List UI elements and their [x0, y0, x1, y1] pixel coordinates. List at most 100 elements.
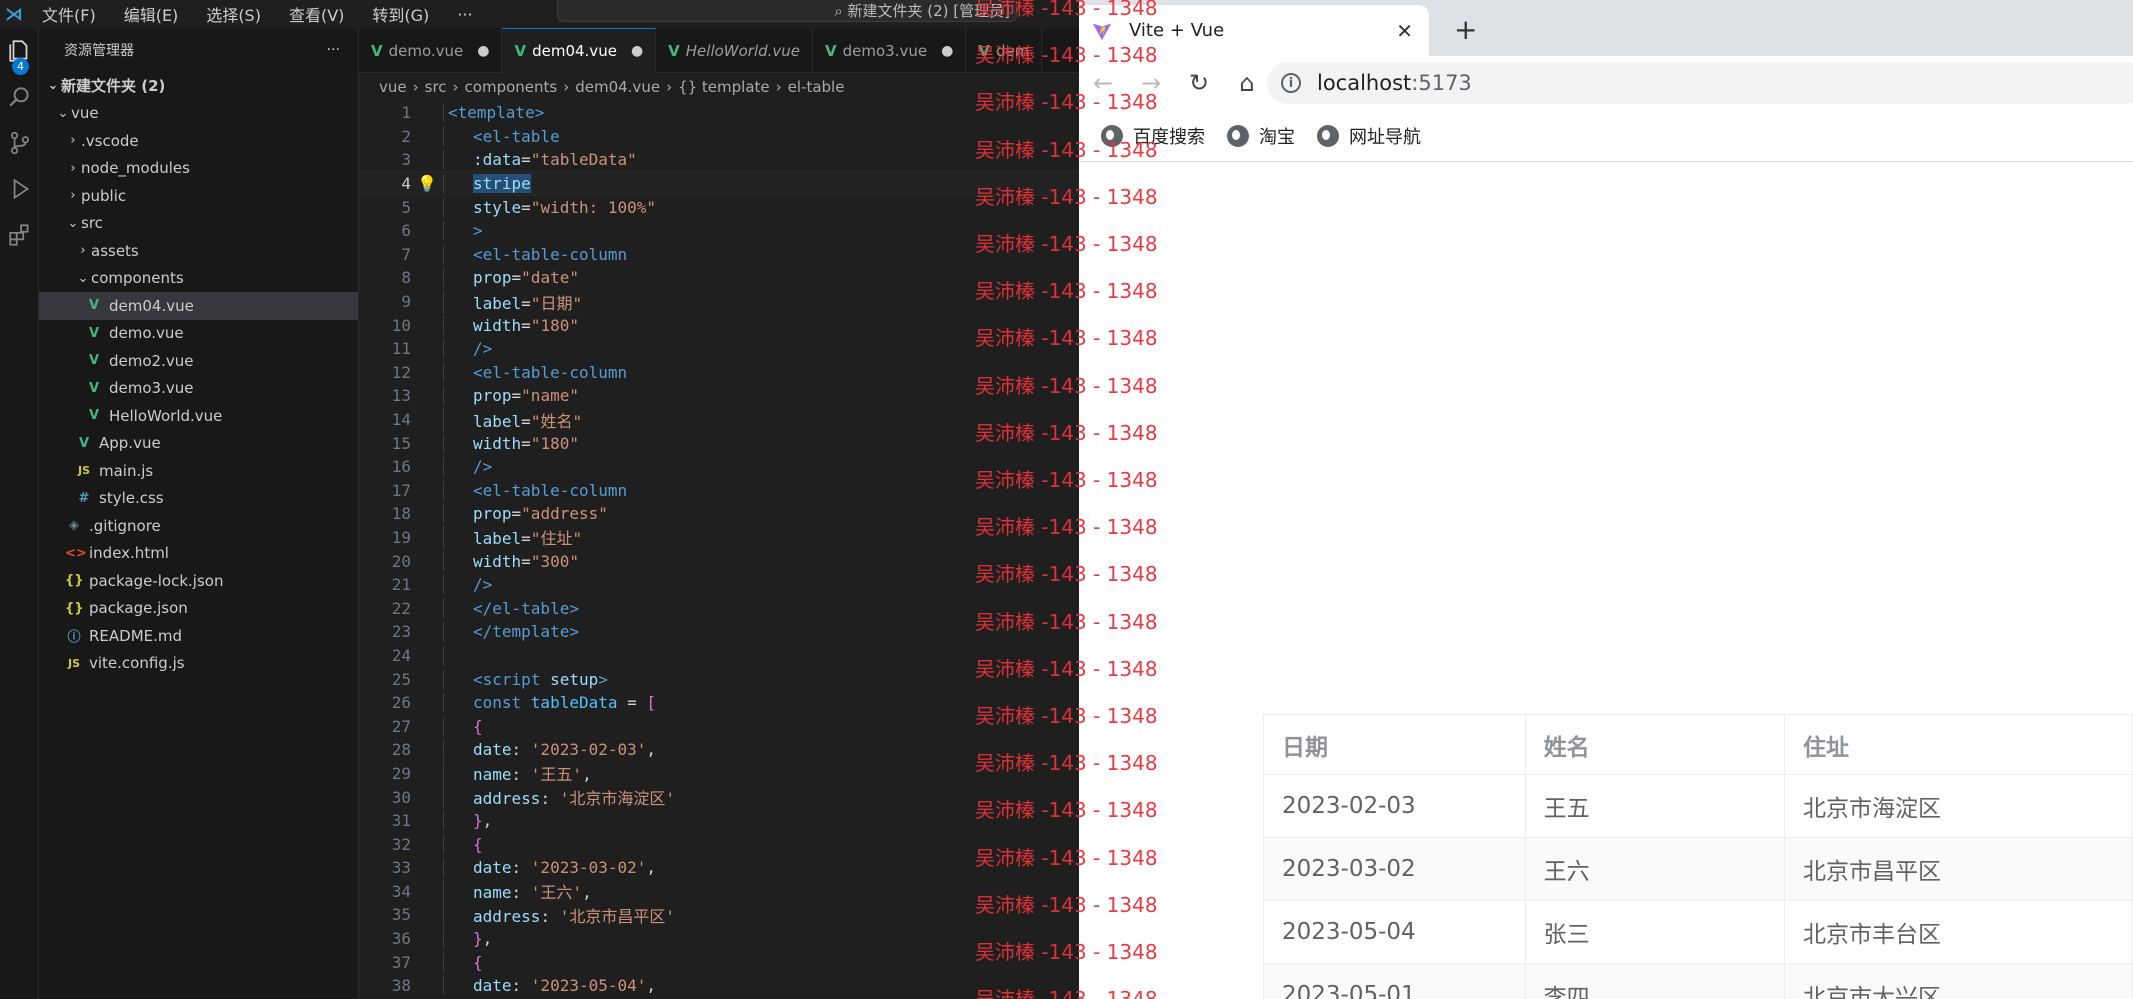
- search-activity[interactable]: [0, 74, 39, 120]
- code-line[interactable]: 25 <script setup>: [359, 667, 1079, 691]
- chevron-right-icon[interactable]: ›: [65, 133, 81, 148]
- breadcrumb-item[interactable]: components: [465, 78, 558, 96]
- code-line[interactable]: 7 <el-table-column: [359, 243, 1079, 267]
- tree-item[interactable]: ⌄ src: [39, 210, 358, 238]
- code-line[interactable]: 18 prop="address": [359, 502, 1079, 526]
- breadcrumb-item[interactable]: dem04.vue: [575, 78, 660, 96]
- menu-selection[interactable]: 选择(S): [192, 2, 275, 26]
- code-line[interactable]: 29 name: '王五',: [359, 761, 1079, 786]
- bookmark-taobao[interactable]: 淘宝: [1227, 123, 1295, 149]
- code-line[interactable]: 19 label="住址": [359, 525, 1079, 550]
- code-line[interactable]: 34 name: '王六',: [359, 879, 1079, 904]
- tree-item[interactable]: › public: [39, 182, 358, 210]
- table-row[interactable]: 2023-05-01 李四 北京市大兴区: [1263, 963, 2133, 999]
- code-line[interactable]: 6 >: [359, 219, 1079, 243]
- tree-item[interactable]: {} package-lock.json: [39, 567, 358, 595]
- code-line[interactable]: 37 {: [359, 950, 1079, 974]
- bookmark-baidu[interactable]: 百度搜索: [1101, 123, 1205, 149]
- chevron-down-icon[interactable]: ⌄: [65, 216, 81, 231]
- tree-item[interactable]: › assets: [39, 237, 358, 265]
- editor-tab[interactable]: Vdemo3.vue ●: [813, 28, 967, 73]
- close-tab-icon[interactable]: ✕: [1396, 19, 1413, 43]
- browser-tab[interactable]: Vite + Vue ✕: [1079, 5, 1429, 56]
- explorer-activity[interactable]: 4: [0, 28, 39, 75]
- reload-icon[interactable]: ↻: [1175, 69, 1223, 97]
- site-info-icon[interactable]: i: [1281, 73, 1301, 93]
- code-line[interactable]: 21 />: [359, 573, 1079, 597]
- tree-item[interactable]: Vdemo.vue: [39, 320, 358, 348]
- code-line[interactable]: 16 />: [359, 455, 1079, 479]
- code-line[interactable]: 2 <el-table: [359, 125, 1079, 149]
- code-editor[interactable]: 1 <template> 2 <el-table 3:data="tableData" 4…: [359, 101, 1079, 999]
- unsaved-dot-icon[interactable]: ●: [477, 43, 489, 59]
- chevron-down-icon[interactable]: ⌄: [75, 271, 91, 286]
- code-line[interactable]: 28 date: '2023-02-03',: [359, 738, 1079, 762]
- code-line[interactable]: 24: [359, 644, 1079, 668]
- menu-view[interactable]: 查看(V): [275, 2, 358, 26]
- tree-item[interactable]: # style.css: [39, 485, 358, 513]
- chevron-right-icon[interactable]: ›: [65, 161, 81, 176]
- code-line[interactable]: 11 />: [359, 337, 1079, 361]
- tree-item[interactable]: ⌄ vue: [39, 100, 358, 128]
- code-line[interactable]: 38 date: '2023-05-04',: [359, 974, 1079, 998]
- code-line[interactable]: 4 💡 stripe: [359, 170, 1079, 197]
- code-line[interactable]: 26 const tableData = [: [359, 691, 1079, 715]
- tree-item[interactable]: {} package.json: [39, 595, 358, 623]
- breadcrumb-item[interactable]: src: [425, 78, 447, 96]
- menu-more[interactable]: ···: [443, 5, 486, 24]
- extensions-activity[interactable]: [0, 212, 39, 258]
- code-line[interactable]: 35 address: '北京市昌平区': [359, 902, 1079, 927]
- chevron-right-icon[interactable]: ›: [75, 243, 91, 258]
- table-row[interactable]: 2023-03-02 王六 北京市昌平区: [1263, 837, 2133, 901]
- tree-item[interactable]: ⌄ 新建文件夹 (2): [39, 72, 358, 100]
- column-header-address[interactable]: 住址: [1784, 714, 2133, 775]
- code-line[interactable]: 14 label="姓名": [359, 407, 1079, 432]
- lightbulb-icon[interactable]: 💡: [417, 174, 437, 193]
- breadcrumb-item[interactable]: vue: [379, 78, 407, 96]
- explorer-more-icon[interactable]: ···: [327, 42, 340, 58]
- unsaved-dot-icon[interactable]: ●: [631, 43, 643, 59]
- code-line[interactable]: 1 <template>: [359, 101, 1079, 125]
- code-line[interactable]: 31},: [359, 809, 1079, 833]
- tree-item[interactable]: ⓘ README.md: [39, 622, 358, 650]
- tree-item[interactable]: Vdem04.vue: [39, 292, 358, 320]
- new-tab-button[interactable]: +: [1454, 13, 1477, 46]
- code-line[interactable]: 23 </template>: [359, 620, 1079, 644]
- tree-item[interactable]: › node_modules: [39, 155, 358, 183]
- breadcrumb-item[interactable]: {} template: [678, 78, 770, 96]
- home-icon[interactable]: ⌂: [1223, 69, 1271, 97]
- code-line[interactable]: 10 width="180": [359, 313, 1079, 337]
- tree-item[interactable]: Vdemo2.vue: [39, 347, 358, 375]
- code-line[interactable]: 5 style="width: 100%": [359, 195, 1079, 219]
- back-icon[interactable]: ←: [1079, 69, 1127, 97]
- tree-item[interactable]: JS vite.config.js: [39, 650, 358, 678]
- code-line[interactable]: 9 label="日期": [359, 289, 1079, 314]
- chevron-down-icon[interactable]: ⌄: [55, 106, 71, 121]
- chevron-down-icon[interactable]: ⌄: [45, 78, 61, 93]
- breadcrumb-item[interactable]: el-table: [788, 78, 845, 96]
- tree-item[interactable]: ⌄ components: [39, 265, 358, 293]
- code-line[interactable]: 8 prop="date": [359, 266, 1079, 290]
- command-center-search[interactable]: ⌕ 新建文件夹 (2) [管理员]: [557, 0, 1017, 22]
- code-line[interactable]: 15 width="180": [359, 431, 1079, 455]
- bookmark-nav[interactable]: 网址导航: [1317, 123, 1421, 149]
- code-line[interactable]: 13 prop="name": [359, 384, 1079, 408]
- code-line[interactable]: 36},: [359, 927, 1079, 951]
- editor-tab[interactable]: V HelloWorld.vue: [656, 28, 814, 73]
- run-debug-activity[interactable]: [0, 166, 39, 212]
- chevron-right-icon[interactable]: ›: [65, 188, 81, 203]
- code-line[interactable]: 32 {: [359, 832, 1079, 856]
- code-line[interactable]: 22 </el-table>: [359, 596, 1079, 620]
- code-line[interactable]: 17 <el-table-column: [359, 479, 1079, 503]
- menu-edit[interactable]: 编辑(E): [110, 2, 193, 26]
- code-line[interactable]: 27 {: [359, 714, 1079, 738]
- menu-file[interactable]: 文件(F): [28, 2, 110, 26]
- table-row[interactable]: 2023-05-04 张三 北京市丰台区: [1263, 900, 2133, 964]
- tree-item[interactable]: V HelloWorld.vue: [39, 402, 358, 430]
- source-control-activity[interactable]: [0, 120, 39, 166]
- menu-go[interactable]: 转到(G): [358, 2, 443, 26]
- editor-tab[interactable]: Vdemo.vue ●: [359, 28, 503, 73]
- editor-tab[interactable]: Vdem: [966, 28, 1043, 73]
- code-line[interactable]: 33 date: '2023-03-02',: [359, 856, 1079, 880]
- code-line[interactable]: 20 width="300": [359, 549, 1079, 573]
